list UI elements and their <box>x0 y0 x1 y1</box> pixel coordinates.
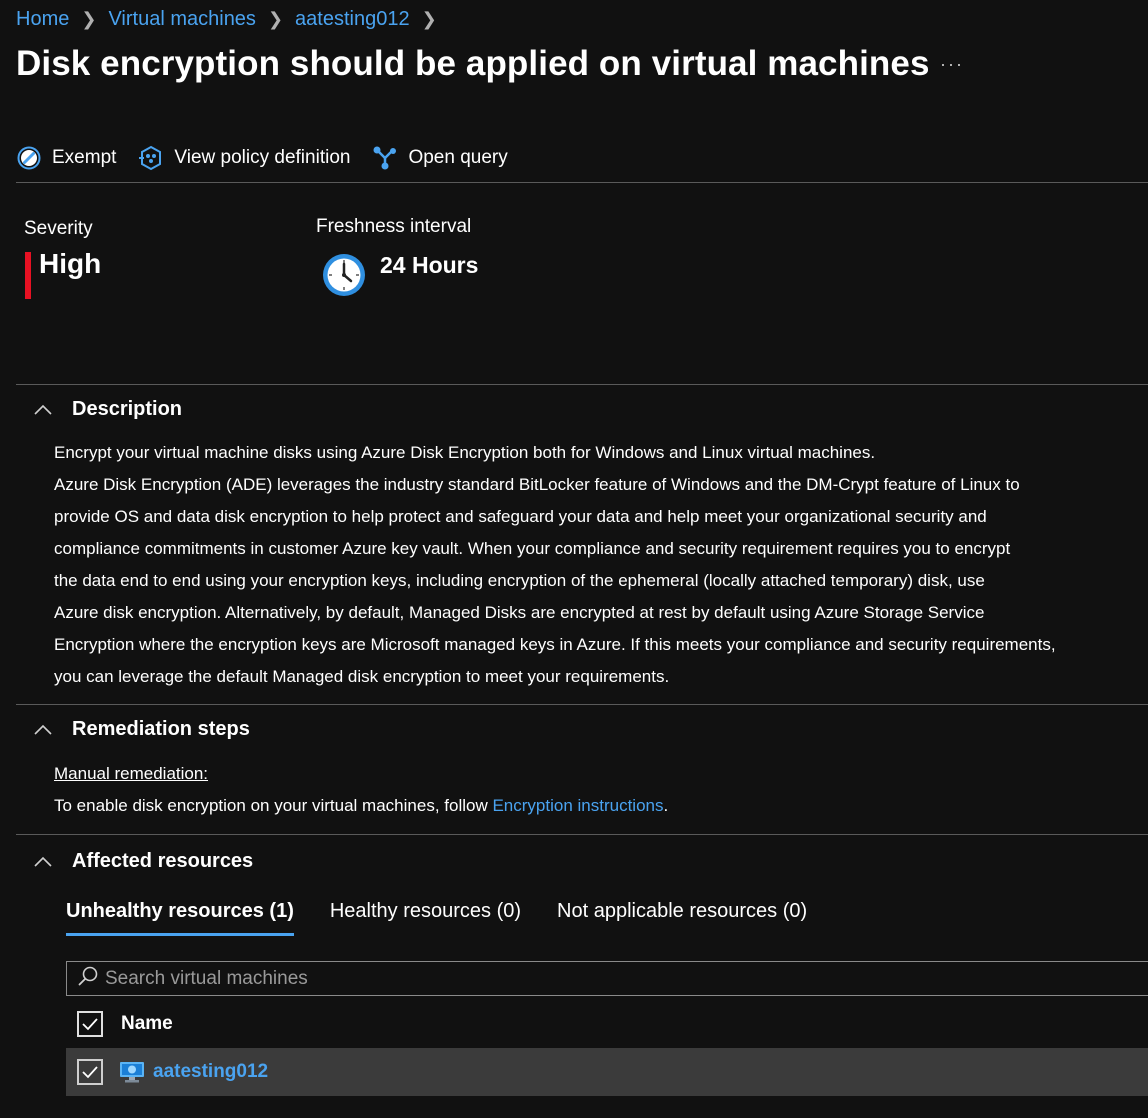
chevron-right-icon: ❯ <box>267 8 284 29</box>
resource-tabs: Unhealthy resources (1) Healthy resource… <box>66 900 843 936</box>
breadcrumb: Home ❯ Virtual machines ❯ aatesting012 ❯ <box>16 7 449 31</box>
table-row[interactable]: aatesting012 <box>66 1048 1148 1096</box>
policy-icon <box>138 145 164 171</box>
remediation-text-suffix: . <box>663 796 669 815</box>
freshness-value: 24 Hours <box>380 252 479 278</box>
remediation-header[interactable]: Remediation steps <box>30 718 250 741</box>
open-query-label: Open query <box>408 147 508 168</box>
severity-value: High <box>39 248 102 279</box>
view-policy-definition-button[interactable]: View policy definition <box>138 145 350 171</box>
row-checkbox[interactable] <box>77 1059 103 1085</box>
remediation-text: To enable disk encryption on your virtua… <box>54 796 668 816</box>
remediation-divider <box>16 834 1148 835</box>
description-line: you can leverage the default Managed dis… <box>54 667 670 686</box>
command-bar: Exempt View policy definition Open query <box>16 140 530 176</box>
description-line: the data end to end using your encryptio… <box>54 571 985 590</box>
manual-remediation-label: Manual remediation: <box>54 764 209 783</box>
description-text: Encrypt your virtual machine disks using… <box>54 437 1134 693</box>
freshness-label: Freshness interval <box>316 216 472 237</box>
more-options-button[interactable]: ··· <box>940 54 964 75</box>
tab-not-applicable-resources[interactable]: Not applicable resources (0) <box>557 900 807 936</box>
virtual-machine-icon <box>119 1060 145 1084</box>
description-line: Azure Disk Encryption (ADE) leverages th… <box>54 475 1020 494</box>
remediation-text-prefix: To enable disk encryption on your virtua… <box>54 796 493 815</box>
breadcrumb-vm[interactable]: aatesting012 <box>295 8 410 31</box>
severity-label: Severity <box>24 218 93 239</box>
column-header-name[interactable]: Name <box>121 1013 173 1035</box>
chevron-up-icon[interactable] <box>30 854 56 870</box>
remediation-heading: Remediation steps <box>72 718 250 740</box>
tab-healthy-resources[interactable]: Healthy resources (0) <box>330 900 521 936</box>
severity-indicator <box>25 252 31 299</box>
vm-name-link[interactable]: aatesting012 <box>153 1061 268 1083</box>
description-header[interactable]: Description <box>30 398 182 421</box>
search-box[interactable] <box>66 961 1148 996</box>
description-line: provide OS and data disk encryption to h… <box>54 507 987 526</box>
toolbar-divider <box>16 182 1148 183</box>
affected-resources-heading: Affected resources <box>72 850 254 872</box>
clock-icon <box>321 252 367 298</box>
affected-resources-header[interactable]: Affected resources <box>30 850 253 873</box>
exempt-button[interactable]: Exempt <box>16 145 116 171</box>
encryption-instructions-link[interactable]: Encryption instructions <box>492 796 663 815</box>
chevron-right-icon: ❯ <box>81 8 97 29</box>
description-divider <box>16 704 1148 705</box>
description-line: Encryption where the encryption keys are… <box>54 635 1056 654</box>
exempt-icon <box>16 145 42 171</box>
exempt-label: Exempt <box>52 147 117 168</box>
open-query-button[interactable]: Open query <box>372 145 508 171</box>
breadcrumb-home[interactable]: Home <box>16 8 69 31</box>
view-policy-label: View policy definition <box>174 147 351 168</box>
description-line: compliance commitments in customer Azure… <box>54 539 1011 558</box>
page-title: Disk encryption should be applied on vir… <box>16 44 930 83</box>
tab-unhealthy-resources[interactable]: Unhealthy resources (1) <box>66 900 294 936</box>
breadcrumb-virtual-machines[interactable]: Virtual machines <box>108 8 255 31</box>
search-input[interactable] <box>105 967 1005 990</box>
table-header: Name <box>77 1011 173 1037</box>
description-line: Encrypt your virtual machine disks using… <box>54 443 876 462</box>
description-heading: Description <box>72 398 183 420</box>
description-line: Azure disk encryption. Alternatively, by… <box>54 603 985 622</box>
chevron-right-icon: ❯ <box>421 8 437 29</box>
query-icon <box>372 145 398 171</box>
chevron-up-icon[interactable] <box>30 402 56 418</box>
search-icon <box>77 965 99 992</box>
select-all-checkbox[interactable] <box>77 1011 103 1037</box>
chevron-up-icon[interactable] <box>30 722 56 738</box>
summary-divider <box>16 384 1148 385</box>
